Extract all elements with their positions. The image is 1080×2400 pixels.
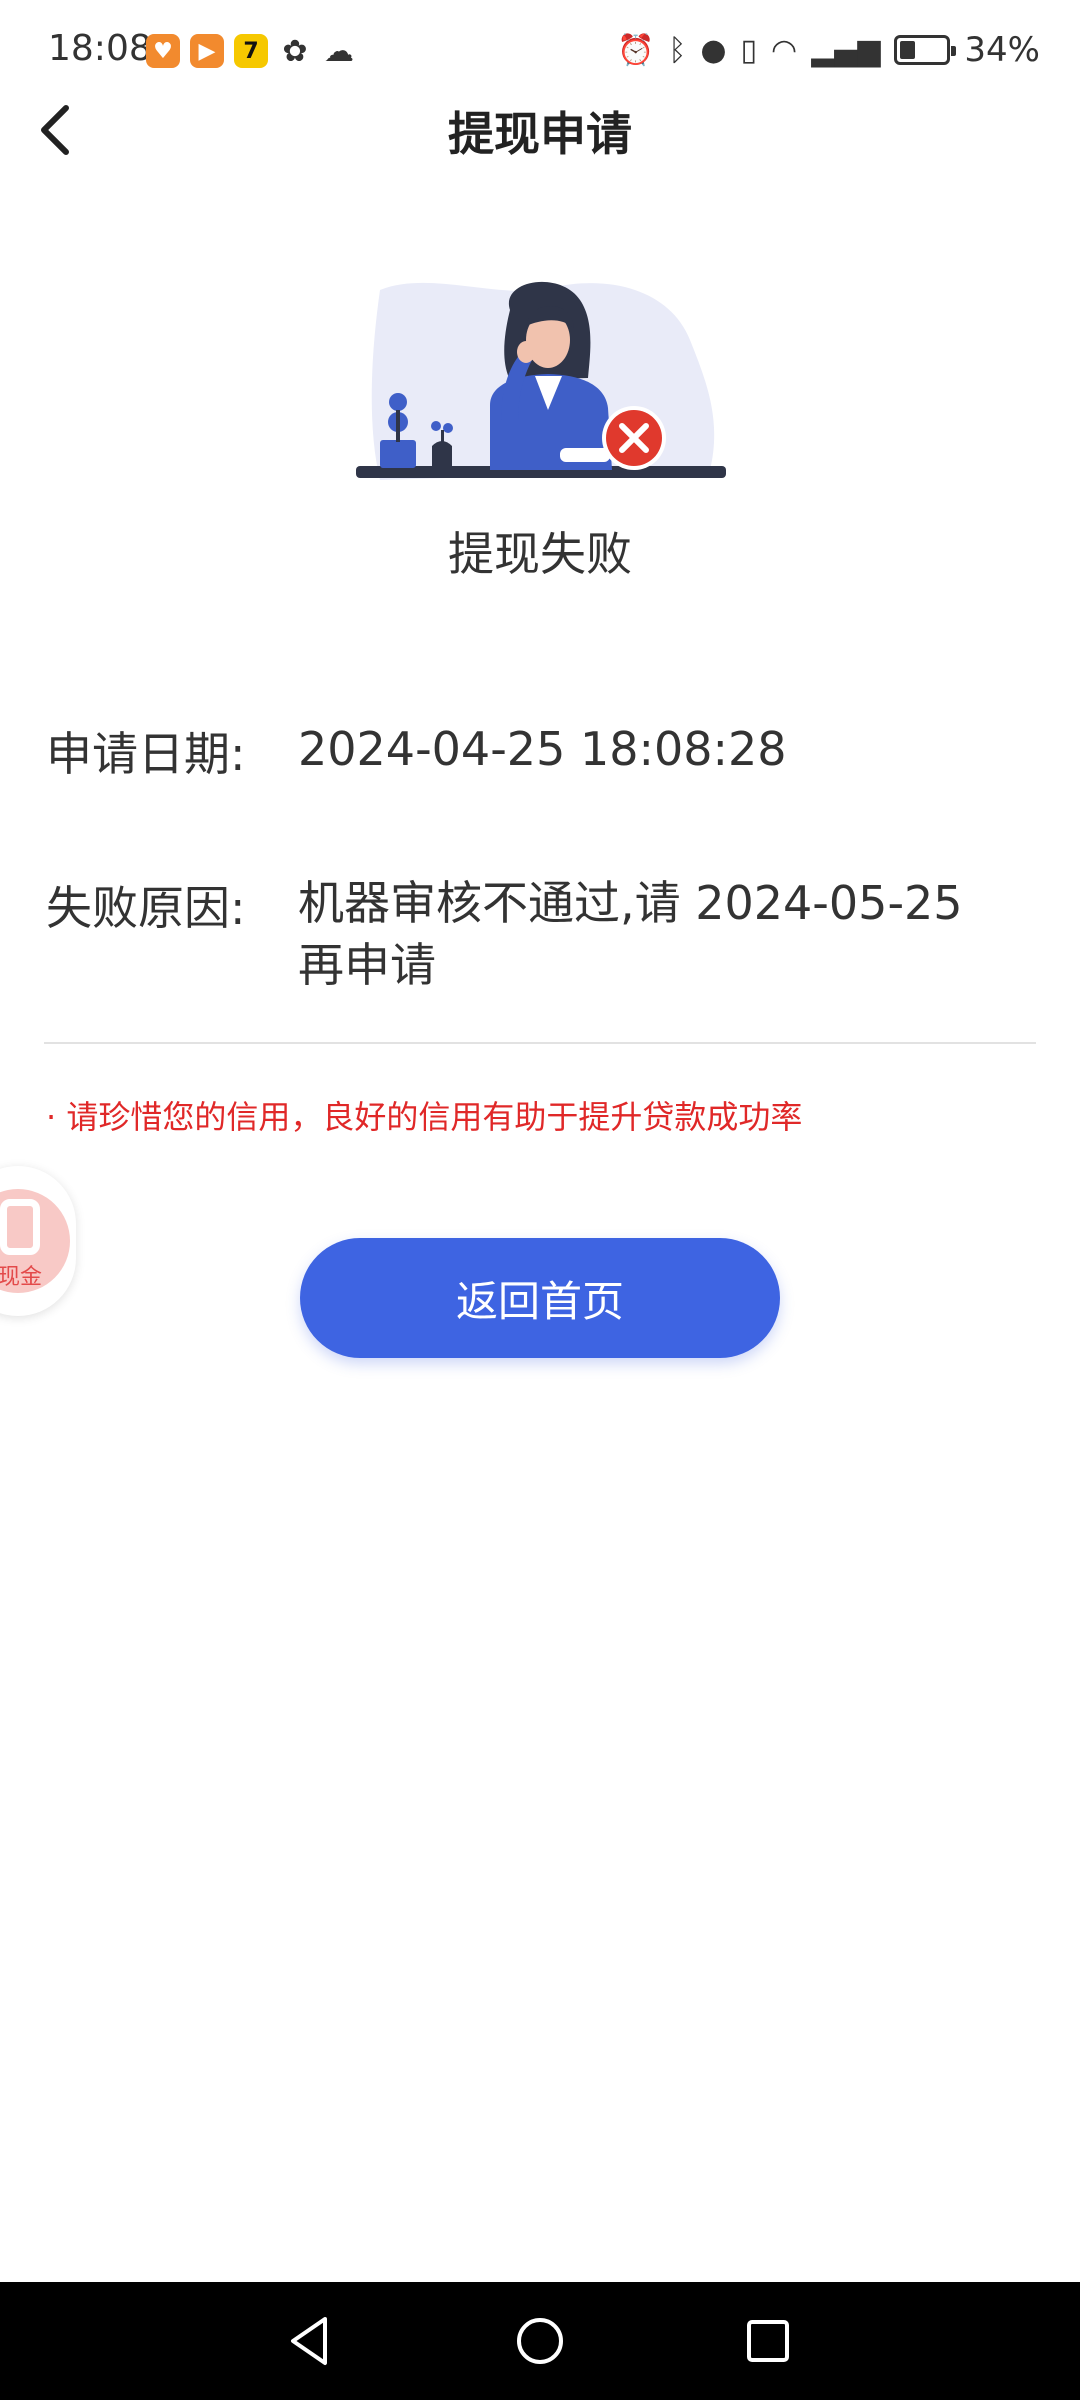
reason-value-line-1: 机器审核不通过,请 2024-05-25 (298, 876, 963, 930)
cash-float-icon: 现金 (0, 1189, 70, 1293)
return-home-button[interactable]: 返回首页 (300, 1238, 780, 1358)
status-indicators: ⏰ ᛒ ● ▯ ◠ ▂▄▆ 34% (617, 30, 1040, 70)
square-recents-icon (747, 2320, 789, 2362)
location-icon: ● (700, 32, 727, 68)
failure-illustration (356, 281, 726, 480)
battery-percent: 34% (964, 30, 1040, 70)
circle-home-icon (517, 2318, 563, 2364)
reason-label: 失败原因: (46, 881, 246, 935)
notification-app-icon: ♥ (146, 34, 180, 68)
battery-fill (900, 41, 916, 59)
paw-app-icon: ✿ (282, 33, 308, 69)
cash-glyph-icon (0, 1199, 40, 1255)
status-time: 18:08 (48, 28, 152, 69)
nav-back-button[interactable] (274, 2306, 344, 2376)
page-title: 提现申请 (448, 107, 632, 161)
date-label: 申请日期: (46, 727, 246, 781)
reason-value-line-2: 再申请 (298, 938, 436, 992)
wechat-icon: ☁ (324, 33, 354, 69)
signal-5g-icon: ▂▄▆ (811, 32, 881, 68)
battery-icon (894, 35, 957, 65)
date-value: 2024-04-25 18:08:28 (298, 722, 787, 776)
alarm-icon: ⏰ (616, 32, 655, 68)
video-app-icon: ▶ (190, 34, 224, 68)
seven-app-icon: 7 (234, 34, 268, 68)
nav-recents-button[interactable] (733, 2306, 803, 2376)
divider (44, 1042, 1036, 1044)
wifi-icon: ◠ (771, 32, 798, 68)
cash-float-button[interactable]: 现金 (0, 1166, 76, 1316)
status-bar: 18:08 ♥ ▶ 7 ✿ ☁ ⏰ ᛒ ● ▯ ◠ ▂▄▆ 34% (0, 0, 1080, 104)
app-header: 提现申请 (0, 90, 1080, 170)
reason-value: 机器审核不通过,请 2024-05-25 再申请 (298, 872, 1018, 996)
status-app-icons: ♥ ▶ 7 ✿ ☁ (146, 33, 356, 69)
nav-home-button[interactable] (505, 2306, 575, 2376)
triangle-back-icon (291, 2317, 327, 2365)
credit-tip: · 请珍惜您的信用，良好的信用有助于提升贷款成功率 (46, 1098, 803, 1136)
result-heading: 提现失败 (448, 527, 632, 581)
float-caption: 现金 (0, 1265, 43, 1290)
bluetooth-icon: ᛒ (668, 32, 687, 68)
navigation-bar (0, 2282, 1080, 2400)
vibrate-icon: ▯ (740, 32, 758, 68)
